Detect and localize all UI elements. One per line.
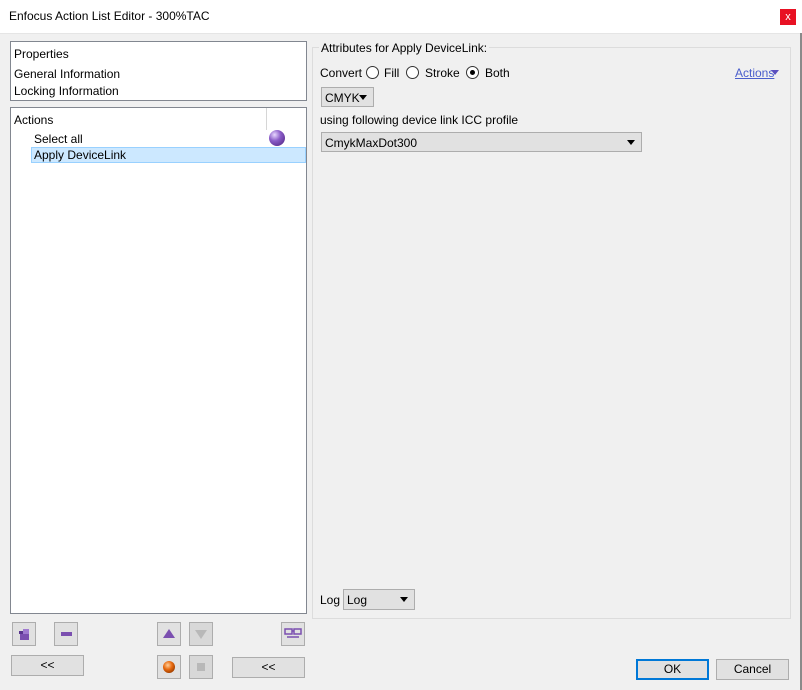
view-button[interactable]: [281, 622, 305, 646]
move-down-icon: [195, 630, 207, 639]
add-action-icon: [19, 629, 29, 640]
colorspace-select[interactable]: CMYK: [321, 87, 374, 107]
ok-button[interactable]: OK: [636, 659, 709, 680]
fill-label[interactable]: Fill: [384, 66, 399, 80]
record-icon: [163, 661, 175, 673]
attributes-legend: Attributes for Apply DeviceLink:: [319, 41, 490, 55]
window-title: Enfocus Action List Editor - 300%TAC: [9, 9, 210, 23]
cancel-button[interactable]: Cancel: [716, 659, 789, 680]
properties-item-general[interactable]: General Information: [14, 67, 120, 81]
stop-icon: [197, 663, 205, 671]
log-value: Log: [347, 593, 368, 607]
profile-select[interactable]: CmykMaxDot300: [321, 132, 642, 152]
close-icon: x: [785, 11, 791, 23]
chevron-down-icon: [627, 140, 635, 145]
actions-link[interactable]: Actions: [735, 66, 774, 80]
collapse-right-button[interactable]: <<: [232, 657, 305, 678]
purple-orb-icon: [269, 130, 285, 146]
collapse-left-button[interactable]: <<: [11, 655, 84, 676]
remove-action-button[interactable]: [54, 622, 78, 646]
both-radio[interactable]: [466, 66, 479, 79]
properties-list: Properties General Information Locking I…: [10, 41, 307, 101]
chevron-down-icon: [400, 597, 408, 602]
add-action-button[interactable]: [12, 622, 36, 646]
header-separator: [266, 108, 267, 130]
move-up-icon: [163, 629, 175, 638]
title-bar: Enfocus Action List Editor - 300%TAC x: [0, 0, 802, 34]
log-select[interactable]: Log: [343, 589, 415, 610]
colorspace-value: CMYK: [325, 91, 360, 105]
convert-label: Convert: [320, 66, 363, 80]
properties-item-locking[interactable]: Locking Information: [14, 84, 119, 98]
action-item-apply-devicelink[interactable]: Apply DeviceLink: [31, 147, 306, 163]
record-button[interactable]: [157, 655, 181, 679]
both-label[interactable]: Both: [485, 66, 510, 80]
log-label: Log: [320, 593, 341, 607]
action-item-label: Apply DeviceLink: [34, 148, 127, 162]
move-up-button[interactable]: [157, 622, 181, 646]
fill-radio[interactable]: [366, 66, 379, 79]
glasses-icon: [284, 628, 302, 638]
profile-label: using following device link ICC profile: [320, 113, 519, 127]
remove-action-icon: [61, 632, 72, 636]
actions-list: Actions Select all Apply DeviceLink: [10, 107, 307, 614]
properties-header: Properties: [14, 47, 69, 61]
stop-button[interactable]: [189, 655, 213, 679]
action-item-select-all[interactable]: Select all: [34, 132, 83, 146]
actions-header: Actions: [14, 113, 54, 127]
actions-dropdown-icon[interactable]: [771, 70, 779, 75]
stroke-label[interactable]: Stroke: [425, 66, 460, 80]
move-down-button[interactable]: [189, 622, 213, 646]
chevron-down-icon: [359, 95, 367, 100]
close-button[interactable]: x: [780, 9, 796, 25]
stroke-radio[interactable]: [406, 66, 419, 79]
profile-value: CmykMaxDot300: [325, 136, 418, 150]
